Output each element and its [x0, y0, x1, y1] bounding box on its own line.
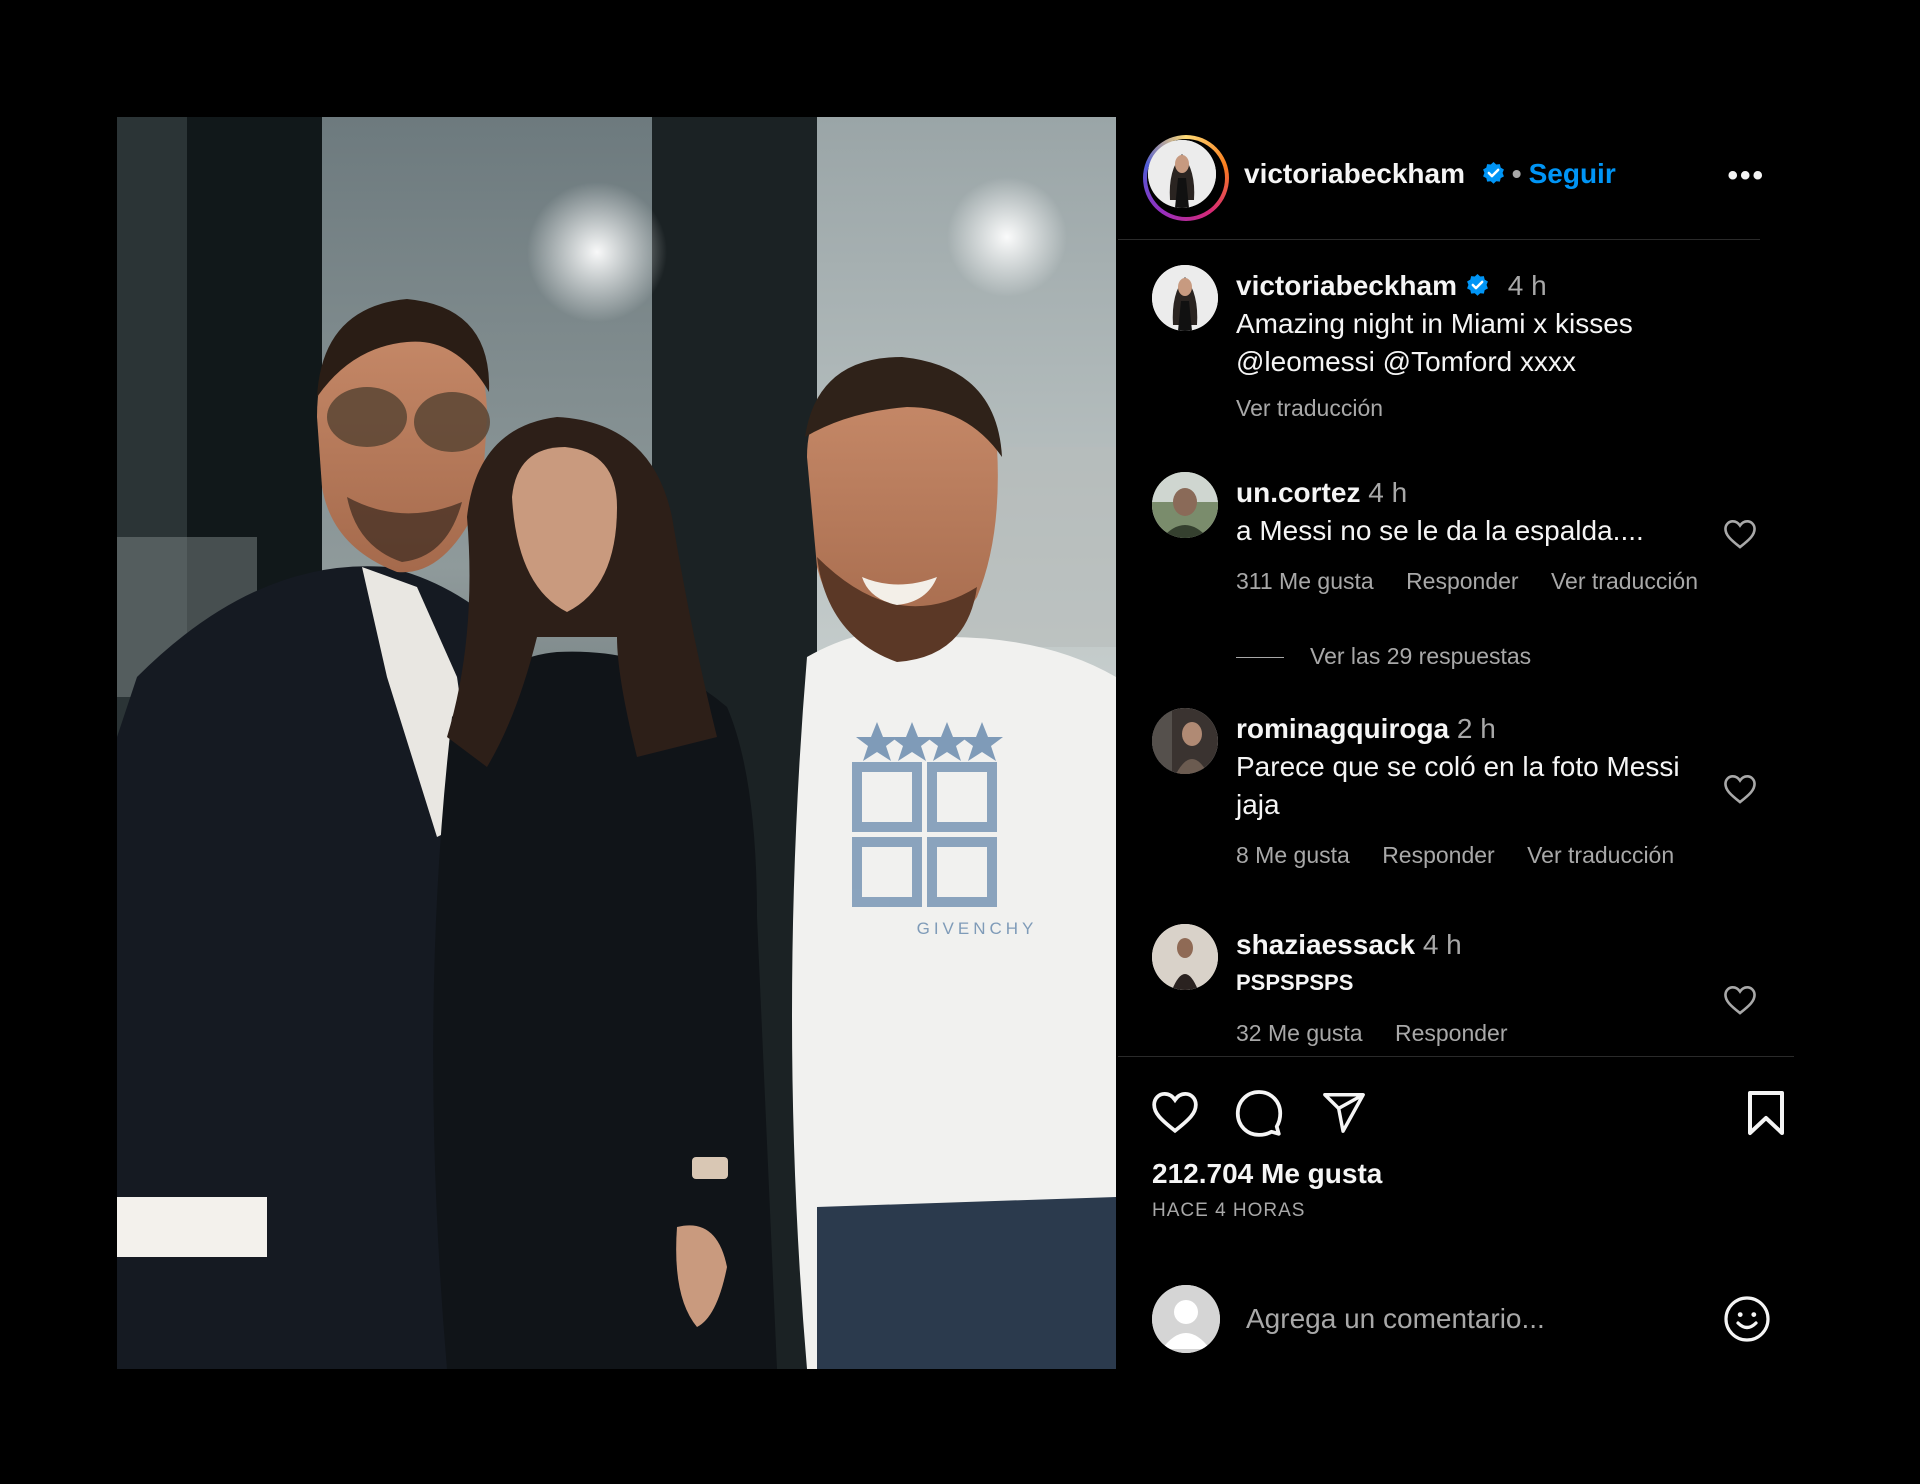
header-divider [1118, 239, 1760, 240]
post-photo[interactable]: GIVENCHY [117, 117, 1116, 1369]
view-replies[interactable]: Ver las 29 respuestas [1236, 643, 1531, 670]
add-comment-input[interactable]: Agrega un comentario... [1246, 1303, 1545, 1335]
author-story-ring[interactable] [1143, 135, 1229, 221]
comment-likes[interactable]: 32 Me gusta [1236, 1020, 1363, 1046]
current-user-avatar [1152, 1285, 1220, 1353]
verified-icon [1467, 274, 1488, 296]
replies-line [1236, 657, 1284, 659]
actions-divider [1118, 1056, 1794, 1057]
comment-username[interactable]: un.cortez [1236, 477, 1360, 508]
more-icon[interactable]: ••• [1727, 159, 1765, 193]
comment-username[interactable]: shaziaessack [1236, 929, 1415, 960]
likes-count[interactable]: 212.704 Me gusta [1152, 1158, 1382, 1190]
post-time: HACE 4 HORAS [1152, 1200, 1306, 1221]
share-icon[interactable] [1320, 1089, 1368, 1135]
comment-text-line-1: Parece que se coló en la foto Messi [1236, 751, 1680, 782]
heart-icon[interactable] [1722, 518, 1758, 550]
translate-link[interactable]: Ver traducción [1527, 842, 1674, 868]
comment-text: a Messi no se le da la espalda.... [1236, 515, 1644, 546]
commenter-avatar[interactable] [1152, 924, 1218, 990]
comment-likes[interactable]: 8 Me gusta [1236, 842, 1350, 868]
shirt-print-text: GIVENCHY [917, 919, 1038, 938]
emoji-icon[interactable] [1723, 1295, 1771, 1343]
caption-text-line-2: @leomessi @Tomford xxxx [1236, 346, 1577, 377]
caption-username[interactable]: victoriabeckham [1236, 270, 1457, 301]
reply-button[interactable]: Responder [1406, 568, 1519, 594]
caption-text-line-1: Amazing night in Miami x kisses [1236, 308, 1633, 339]
caption-translate-link[interactable]: Ver traducción [1236, 395, 1383, 421]
heart-icon[interactable] [1150, 1089, 1200, 1135]
comment-time: 4 h [1368, 477, 1408, 508]
follow-button[interactable]: Seguir [1529, 158, 1616, 189]
translate-link[interactable]: Ver traducción [1551, 568, 1698, 594]
separator-dot: • [1511, 158, 1522, 189]
commenter-avatar[interactable] [1152, 708, 1218, 774]
post-details-panel: victoriabeckham • Seguir ••• victoriabeck… [1118, 117, 1794, 1369]
comment-time: 4 h [1422, 929, 1462, 960]
verified-icon [1482, 162, 1504, 184]
comment-time: 2 h [1456, 713, 1496, 744]
comment-icon[interactable] [1234, 1088, 1284, 1138]
reply-button[interactable]: Responder [1395, 1020, 1508, 1046]
commenter-avatar[interactable] [1152, 472, 1218, 538]
bookmark-icon[interactable] [1744, 1089, 1788, 1137]
author-username[interactable]: victoriabeckham [1244, 158, 1465, 189]
caption-time: 4 h [1507, 270, 1547, 301]
caption-author-avatar[interactable] [1152, 265, 1218, 331]
post-photo-image: GIVENCHY [117, 117, 1116, 1369]
heart-icon[interactable] [1722, 984, 1758, 1016]
author-avatar[interactable] [1148, 140, 1216, 208]
comment-text-line-2: jaja [1236, 789, 1280, 820]
reply-button[interactable]: Responder [1382, 842, 1495, 868]
heart-icon[interactable] [1722, 773, 1758, 805]
comment-likes[interactable]: 311 Me gusta [1236, 568, 1374, 594]
comment-username[interactable]: rominagquiroga [1236, 713, 1449, 744]
view-replies-label[interactable]: Ver las 29 respuestas [1310, 643, 1531, 669]
comment-text: PSPSPSPS [1236, 970, 1354, 995]
post-header: victoriabeckham • Seguir [1244, 158, 1616, 190]
